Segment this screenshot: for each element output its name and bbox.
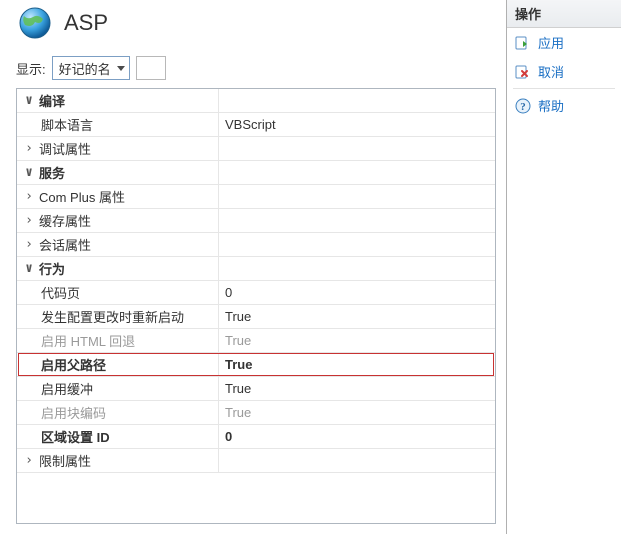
sub-session-props[interactable]: ›会话属性 — [17, 233, 495, 257]
asp-config-window: ASP 显示: 好记的名 ∨编译 脚本语言 VBScript ›调试属性 — [0, 0, 621, 534]
svg-text:?: ? — [520, 101, 526, 113]
apply-icon — [515, 35, 531, 51]
actions-header: 操作 — [507, 0, 621, 28]
filter-row: 显示: 好记的名 — [0, 50, 506, 88]
sub-debug-props[interactable]: ›调试属性 — [17, 137, 495, 161]
chevron-right-icon: › — [23, 453, 35, 468]
cancel-action[interactable]: 取消 — [507, 57, 621, 86]
display-filter-combo[interactable]: 好记的名 — [52, 56, 130, 80]
property-grid: ∨编译 脚本语言 VBScript ›调试属性 ∨服务 ›Com Plus 属性… — [16, 88, 496, 524]
category-compile[interactable]: ∨编译 — [17, 89, 495, 113]
prop-restart-on-config-change[interactable]: 发生配置更改时重新启动 True — [17, 305, 495, 329]
title-row: ASP — [0, 0, 506, 50]
category-services[interactable]: ∨服务 — [17, 161, 495, 185]
prop-enable-chunked: 启用块编码 True — [17, 401, 495, 425]
main-pane: ASP 显示: 好记的名 ∨编译 脚本语言 VBScript ›调试属性 — [0, 0, 507, 534]
chevron-right-icon: › — [23, 213, 35, 228]
prop-restart-value[interactable]: True — [219, 305, 495, 328]
divider — [513, 88, 615, 89]
prop-codepage-value[interactable]: 0 — [219, 281, 495, 304]
sub-complus-props[interactable]: ›Com Plus 属性 — [17, 185, 495, 209]
display-filter-value: 好记的名 — [59, 59, 111, 78]
prop-html-fallback: 启用 HTML 回退 True — [17, 329, 495, 353]
chevron-down-icon — [117, 66, 125, 71]
globe-icon — [18, 6, 52, 40]
prop-enable-parent-paths[interactable]: 启用父路径 True — [17, 353, 495, 377]
chevron-right-icon: › — [23, 141, 35, 156]
filter-label: 显示: — [16, 59, 46, 78]
prop-codepage[interactable]: 代码页 0 — [17, 281, 495, 305]
prop-enable-chunked-value: True — [219, 401, 495, 424]
cancel-icon — [515, 64, 531, 80]
prop-enable-buffering[interactable]: 启用缓冲 True — [17, 377, 495, 401]
prop-enable-buffering-value[interactable]: True — [219, 377, 495, 400]
prop-script-language[interactable]: 脚本语言 VBScript — [17, 113, 495, 137]
prop-script-language-value[interactable]: VBScript — [219, 113, 495, 136]
chevron-down-icon: ∨ — [23, 165, 35, 180]
help-action[interactable]: ? 帮助 — [507, 91, 621, 120]
chevron-down-icon: ∨ — [23, 261, 35, 276]
filter-aux-box[interactable] — [136, 56, 166, 80]
help-label: 帮助 — [538, 96, 564, 115]
chevron-right-icon: › — [23, 237, 35, 252]
chevron-down-icon: ∨ — [23, 93, 35, 108]
sub-limits-props[interactable]: ›限制属性 — [17, 449, 495, 473]
page-title: ASP — [64, 10, 108, 36]
sub-cache-props[interactable]: ›缓存属性 — [17, 209, 495, 233]
actions-pane: 操作 应用 取消 — [507, 0, 621, 534]
prop-locale-id[interactable]: 区域设置 ID 0 — [17, 425, 495, 449]
prop-locale-id-value[interactable]: 0 — [219, 425, 495, 448]
category-behavior[interactable]: ∨行为 — [17, 257, 495, 281]
prop-html-fallback-value: True — [219, 329, 495, 352]
cancel-label: 取消 — [538, 62, 564, 81]
apply-label: 应用 — [538, 33, 564, 52]
apply-action[interactable]: 应用 — [507, 28, 621, 57]
prop-enable-parent-paths-value[interactable]: True — [219, 353, 495, 376]
chevron-right-icon: › — [23, 189, 35, 204]
help-icon: ? — [515, 98, 531, 114]
